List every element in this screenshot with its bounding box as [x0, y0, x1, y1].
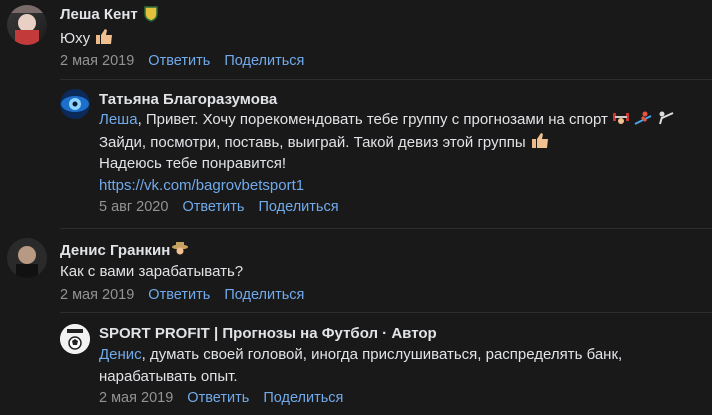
mention-link[interactable]: Денис: [99, 346, 142, 363]
skier-icon: [634, 110, 652, 133]
reply-button[interactable]: Ответить: [148, 287, 210, 303]
reply-button[interactable]: Ответить: [182, 199, 244, 215]
comment: Денис Гранкин Как с вами зарабатывать? 2…: [0, 230, 712, 310]
reply-button[interactable]: Ответить: [148, 53, 210, 69]
avatar-image: [60, 324, 90, 354]
mention-link[interactable]: Леша: [99, 111, 138, 128]
avatar[interactable]: [60, 324, 90, 354]
avatar[interactable]: [7, 5, 47, 45]
comment-reply: SPORT PROFIT | Прогнозы на Футбол · Авто…: [0, 314, 712, 415]
thumbs-up-icon: [94, 27, 114, 52]
comment-text: Как с вами зарабатывать?: [60, 263, 244, 280]
comment-meta: 5 авг 2020 Ответить Поделиться: [99, 199, 339, 215]
comment-text: Юху: [60, 27, 114, 52]
comment-date[interactable]: 2 мая 2019: [99, 390, 173, 406]
avatar-image: [7, 5, 47, 45]
weightlifter-icon: [612, 110, 630, 133]
divider: [60, 312, 712, 313]
comment-date[interactable]: 2 мая 2019: [60, 287, 134, 303]
comment-meta: 2 мая 2019 Ответить Поделиться: [99, 390, 343, 406]
author-name[interactable]: Леша Кент: [60, 6, 138, 23]
avatar-image: [61, 96, 89, 112]
share-button[interactable]: Поделиться: [263, 390, 343, 406]
comment-meta: 2 мая 2019 Ответить Поделиться: [60, 53, 304, 69]
author-name[interactable]: SPORT PROFIT | Прогнозы на Футбол · Авто…: [99, 325, 437, 342]
hat-icon: [171, 240, 189, 262]
author-name[interactable]: Денис Гранкин: [60, 242, 170, 259]
avatar[interactable]: [7, 238, 47, 278]
comment: Леша Кент Юху 2 мая 2019 Ответить Подели…: [0, 0, 712, 80]
comment-text-line: Денис, думать своей головой, иногда прис…: [99, 346, 623, 363]
share-button[interactable]: Поделиться: [224, 53, 304, 69]
comment-text-line: Леша, Привет. Хочу порекомендовать тебе …: [99, 109, 674, 133]
fencer-icon: [656, 110, 674, 133]
thumbs-up-icon: [530, 131, 550, 156]
share-button[interactable]: Поделиться: [258, 199, 338, 215]
avatar[interactable]: [60, 89, 90, 119]
comment-meta: 2 мая 2019 Ответить Поделиться: [60, 287, 304, 303]
avatar-image: [7, 238, 47, 278]
comment-date[interactable]: 5 авг 2020: [99, 199, 168, 215]
reply-button[interactable]: Ответить: [187, 390, 249, 406]
divider: [60, 228, 712, 229]
comment-reply: Татьяна Благоразумова Леша, Привет. Хочу…: [0, 80, 712, 225]
author-name[interactable]: Татьяна Благоразумова: [99, 91, 277, 108]
comment-date[interactable]: 2 мая 2019: [60, 53, 134, 69]
external-link[interactable]: https://vk.com/bagrovbetsport1: [99, 175, 304, 197]
comment-text-line: нарабатывать опыт.: [99, 368, 238, 385]
team-badge-icon: [143, 5, 159, 27]
comment-text-line: Надеюсь тебе понравится!: [99, 155, 287, 172]
share-button[interactable]: Поделиться: [224, 287, 304, 303]
